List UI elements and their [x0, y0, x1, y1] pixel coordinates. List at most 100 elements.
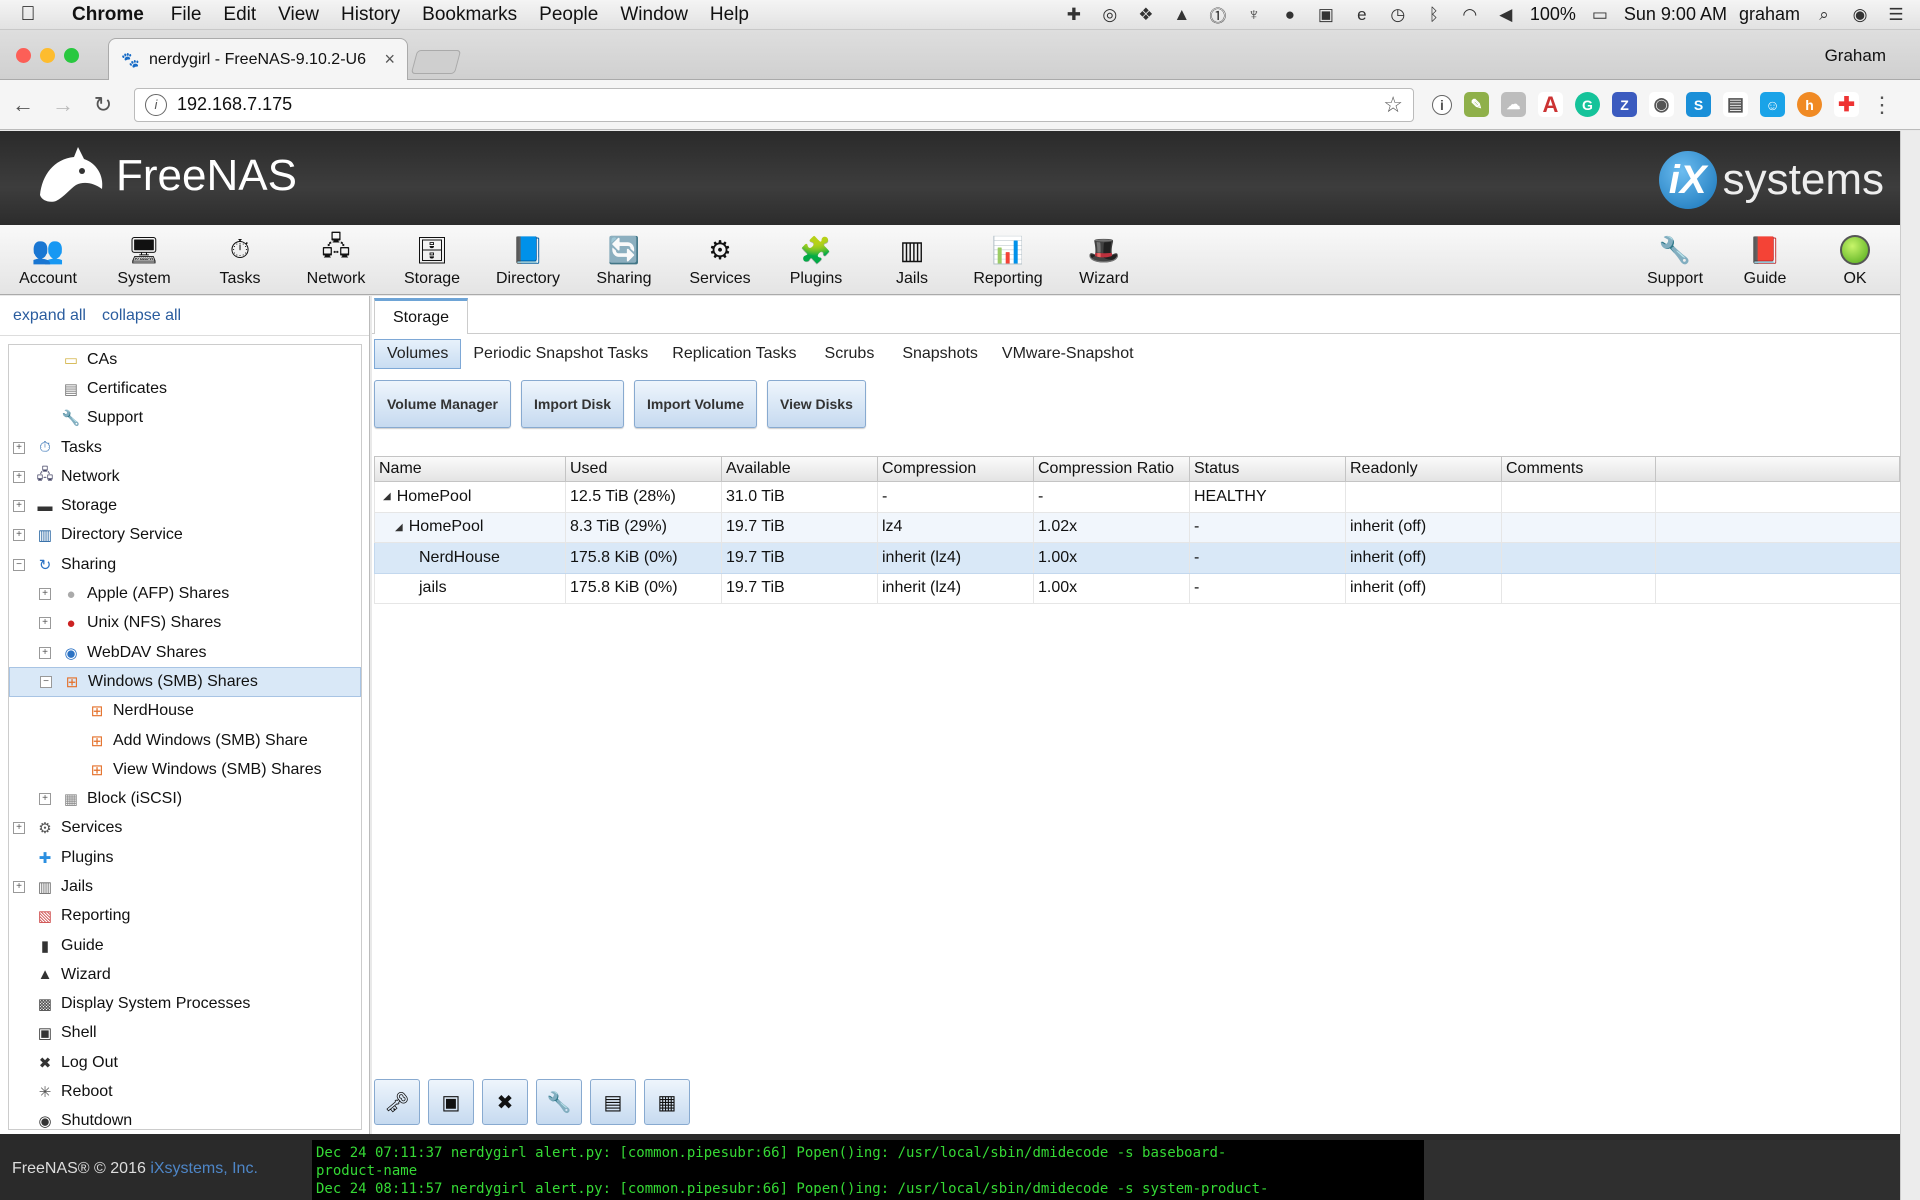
- tree-item[interactable]: ▮ Guide: [9, 931, 361, 960]
- hat-icon[interactable]: ●: [1278, 4, 1302, 26]
- table-row[interactable]: ◢ HomePool 8.3 TiB (29%) 19.7 TiB lz4 1.02x - i…: [374, 512, 1900, 543]
- menu-clock[interactable]: Sun 9:00 AM: [1624, 4, 1727, 25]
- profile-button[interactable]: Graham: [1825, 46, 1886, 66]
- volume-icon[interactable]: ◀: [1494, 4, 1518, 26]
- tree-item[interactable]: + ⚙ Services: [9, 814, 361, 843]
- url-text[interactable]: 192.168.7.175: [177, 94, 1383, 115]
- eye-extension-icon[interactable]: ◉: [1649, 92, 1674, 117]
- column-header[interactable]: Compression: [878, 457, 1034, 481]
- column-header[interactable]: Status: [1190, 457, 1346, 481]
- row-expand-icon[interactable]: ◢: [383, 491, 391, 502]
- nav-sharing[interactable]: 🔄 Sharing: [576, 225, 672, 294]
- menu-user[interactable]: graham: [1739, 4, 1800, 25]
- menu-help[interactable]: Help: [699, 4, 760, 26]
- zotero-extension-icon[interactable]: Z: [1612, 92, 1637, 117]
- chrome-menu-icon[interactable]: ⋮: [1871, 92, 1893, 118]
- subtab-scrubs[interactable]: Scrubs: [809, 339, 891, 369]
- tree-item[interactable]: + ◉ WebDAV Shares: [9, 638, 361, 667]
- table-row[interactable]: NerdHouse 175.8 KiB (0%) 19.7 TiB inherit (…: [374, 543, 1900, 574]
- tree-item[interactable]: ✳ Reboot: [9, 1077, 361, 1106]
- nav-guide[interactable]: 📕 Guide: [1720, 225, 1810, 294]
- tree-item[interactable]: ✚ Plugins: [9, 843, 361, 872]
- ghostery-extension-icon[interactable]: ☁: [1501, 92, 1526, 117]
- time-machine-icon[interactable]: ◷: [1386, 4, 1410, 26]
- tree-item[interactable]: + ▥ Jails: [9, 872, 361, 901]
- address-bar[interactable]: i 192.168.7.175 ☆: [134, 87, 1414, 122]
- back-icon[interactable]: ←: [6, 92, 40, 118]
- text-expander-icon[interactable]: ▣: [1314, 4, 1338, 26]
- column-header[interactable]: Readonly: [1346, 457, 1502, 481]
- import-volume-button[interactable]: Import Volume: [634, 380, 757, 428]
- grammarly-extension-icon[interactable]: G: [1575, 92, 1600, 117]
- wifi-icon[interactable]: ◠: [1458, 4, 1482, 26]
- menu-window[interactable]: Window: [609, 4, 699, 26]
- nav-network[interactable]: 🖧 Network: [288, 225, 384, 294]
- freenas-logo[interactable]: FreeNAS: [34, 145, 297, 207]
- tree-item[interactable]: ⊞ View Windows (SMB) Shares: [9, 755, 361, 784]
- subtab-replication-tasks[interactable]: Replication Tasks: [660, 339, 808, 369]
- spotlight-search-icon[interactable]: ⌕: [1812, 4, 1836, 26]
- tab-storage[interactable]: Storage: [374, 298, 468, 334]
- menu-bookmarks[interactable]: Bookmarks: [411, 4, 528, 26]
- adobe-extension-icon[interactable]: A: [1538, 92, 1563, 117]
- tree-item[interactable]: − ↻ Sharing: [9, 550, 361, 579]
- browser-tab[interactable]: 🐾 nerdygirl - FreeNAS-9.10.2-U6 ×: [108, 38, 408, 80]
- tree-item[interactable]: ⊞ NerdHouse: [9, 697, 361, 726]
- siri-icon[interactable]: ◉: [1848, 4, 1872, 26]
- tree-expand-icon[interactable]: +: [13, 880, 25, 893]
- nav-alert-ok[interactable]: OK: [1810, 225, 1900, 294]
- tree-collapse-icon[interactable]: −: [40, 675, 52, 688]
- nav-storage[interactable]: 🗄 Storage: [384, 225, 480, 294]
- column-header[interactable]: Name: [375, 457, 566, 481]
- forward-icon[interactable]: →: [46, 92, 80, 118]
- tree-expand-icon[interactable]: +: [39, 646, 51, 659]
- expand-all-link[interactable]: expand all: [13, 307, 86, 325]
- tree-item[interactable]: ▲ Wizard: [9, 960, 361, 989]
- dropbox-icon[interactable]: ❖: [1134, 4, 1158, 26]
- site-info-icon[interactable]: i: [145, 93, 167, 116]
- nav-system[interactable]: 🖥 System: [96, 225, 192, 294]
- tree-expand-icon[interactable]: +: [13, 822, 25, 835]
- tree-item[interactable]: ▣ Shell: [9, 1019, 361, 1048]
- table-row[interactable]: jails 175.8 KiB (0%) 19.7 TiB inherit (lz4)…: [374, 573, 1900, 604]
- tree-expand-icon[interactable]: +: [39, 793, 51, 806]
- change-permissions-icon[interactable]: 🗝: [374, 1079, 420, 1125]
- row-expand-icon[interactable]: ◢: [395, 522, 403, 533]
- column-header[interactable]: Used: [566, 457, 722, 481]
- reader-extension-icon[interactable]: ▤: [1723, 92, 1748, 117]
- tree-item[interactable]: + ⏱ Tasks: [9, 433, 361, 462]
- menu-people[interactable]: People: [528, 4, 609, 26]
- volume-manager-button[interactable]: Volume Manager: [374, 380, 511, 428]
- menu-app-name[interactable]: Chrome: [56, 4, 160, 26]
- page-scrollbar[interactable]: [1900, 131, 1920, 1200]
- tree-item[interactable]: ▧ Reporting: [9, 902, 361, 931]
- tree-item[interactable]: ▩ Display System Processes: [9, 990, 361, 1019]
- menu-history[interactable]: History: [330, 4, 411, 26]
- honey-extension-icon[interactable]: h: [1797, 92, 1822, 117]
- ixsystems-link[interactable]: iXsystems, Inc.: [150, 1160, 258, 1177]
- tree-item[interactable]: + ● Unix (NFS) Shares: [9, 609, 361, 638]
- menu-edit[interactable]: Edit: [212, 4, 267, 26]
- tree-item[interactable]: − ⊞ Windows (SMB) Shares: [9, 667, 361, 697]
- battery-icon[interactable]: ▭: [1588, 4, 1612, 26]
- nav-wizard[interactable]: 🎩 Wizard: [1056, 225, 1152, 294]
- tree-item[interactable]: ⊞ Add Windows (SMB) Share: [9, 726, 361, 755]
- create-zvol-icon[interactable]: ▤: [590, 1079, 636, 1125]
- view-disks-button[interactable]: View Disks: [766, 380, 866, 428]
- nav-tasks[interactable]: ⏱ Tasks: [192, 225, 288, 294]
- reload-icon[interactable]: ↻: [86, 92, 120, 118]
- cross-icon[interactable]: ✚: [1062, 4, 1086, 26]
- new-tab-button[interactable]: [410, 50, 462, 74]
- tree-item[interactable]: ▭ CAs: [9, 345, 361, 374]
- nav-jails[interactable]: ▥ Jails: [864, 225, 960, 294]
- e-icon[interactable]: e: [1350, 4, 1374, 26]
- minimize-window-button[interactable]: [40, 48, 55, 63]
- tree-item[interactable]: + 🖧 Network: [9, 462, 361, 491]
- nav-directory[interactable]: 📘 Directory: [480, 225, 576, 294]
- menu-file[interactable]: File: [160, 4, 213, 26]
- column-header[interactable]: Available: [722, 457, 878, 481]
- tree-expand-icon[interactable]: +: [13, 470, 25, 483]
- nav-services[interactable]: ⚙ Services: [672, 225, 768, 294]
- ixsystems-logo[interactable]: iX systems: [1658, 151, 1884, 209]
- scrub-volume-icon[interactable]: 🔧: [536, 1079, 582, 1125]
